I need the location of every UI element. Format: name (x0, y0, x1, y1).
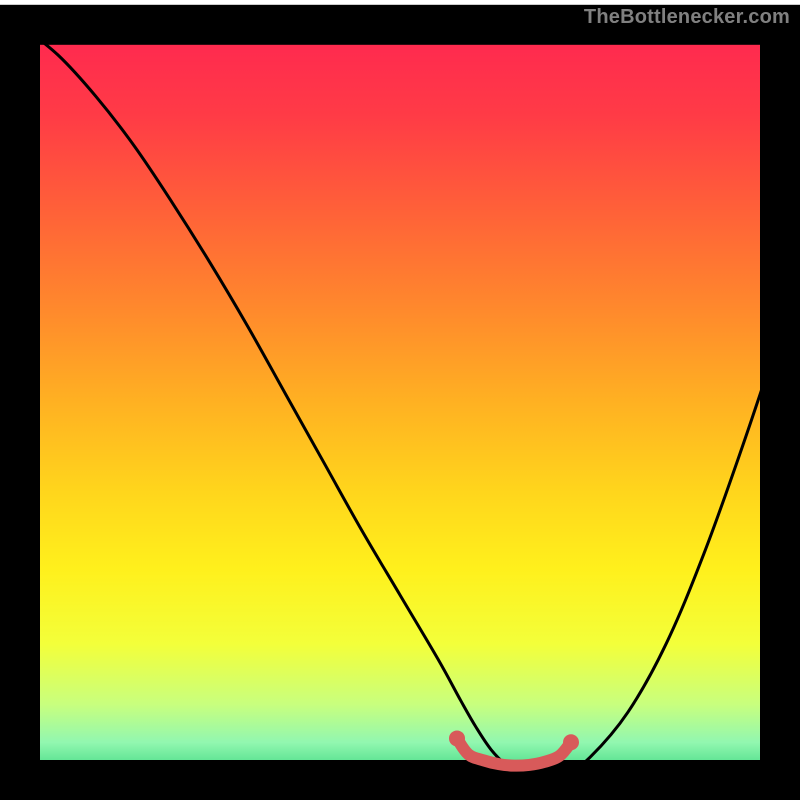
marker-dot (563, 734, 579, 750)
plot-background (20, 25, 780, 780)
chart-container: TheBottleneсker.com (0, 0, 800, 800)
marker-dot (449, 730, 465, 746)
watermark-text: TheBottleneсker.com (584, 6, 790, 29)
bottleneck-chart (0, 0, 800, 800)
